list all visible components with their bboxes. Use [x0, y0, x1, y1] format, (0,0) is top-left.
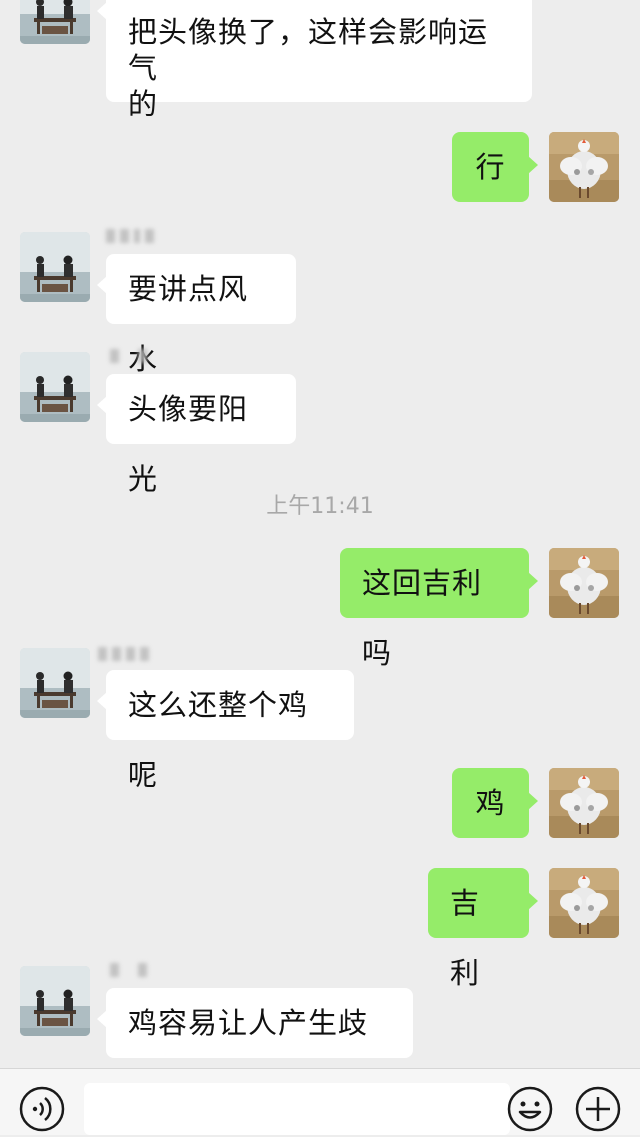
message-bubble-outgoing[interactable]: 这回吉利吗: [340, 548, 538, 670]
contact-avatar[interactable]: [20, 232, 90, 302]
message-bubble-incoming[interactable]: 要讲点风水: [97, 254, 296, 376]
sender-name-blurred: [110, 348, 147, 364]
emoji-icon[interactable]: [506, 1085, 554, 1133]
my-avatar[interactable]: [549, 868, 619, 938]
my-avatar[interactable]: [549, 768, 619, 838]
message-text: 把头像换了，这样会影响运气: [128, 15, 489, 85]
chat-timestamp: 上午11:41: [266, 494, 374, 519]
message-bubble-incoming[interactable]: 头像要阳光: [97, 374, 296, 496]
message-text: 行: [475, 150, 506, 184]
message-text: 的: [128, 87, 159, 121]
voice-icon[interactable]: [18, 1085, 66, 1133]
contact-avatar[interactable]: [20, 966, 90, 1036]
contact-avatar[interactable]: [20, 648, 90, 718]
message-bubble-incoming[interactable]: 这么还整个鸡呢: [97, 670, 354, 792]
message-text: 吉利: [450, 886, 481, 990]
sender-name-blurred: [98, 646, 149, 662]
sender-name-blurred: [110, 962, 147, 978]
my-avatar[interactable]: [549, 132, 619, 202]
plus-icon[interactable]: [574, 1085, 622, 1133]
message-input[interactable]: [84, 1083, 510, 1135]
message-text: 这回吉利吗: [362, 566, 483, 670]
message-bubble-incoming[interactable]: 鸡容易让人产生歧义: [97, 988, 413, 1110]
message-bubble-incoming[interactable]: 把头像换了，这样会影响运气 的: [97, 0, 532, 121]
message-text: 头像要阳光: [128, 392, 249, 496]
chat-input-bar: [0, 1068, 640, 1135]
message-bubble-outgoing[interactable]: 行: [452, 132, 538, 202]
sender-name-blurred: [106, 228, 154, 244]
message-text: 这么还整个鸡呢: [128, 688, 309, 792]
contact-avatar[interactable]: [20, 352, 90, 422]
message-text: 鸡: [475, 786, 506, 820]
message-bubble-outgoing[interactable]: 吉利: [428, 868, 538, 990]
contact-avatar[interactable]: [20, 0, 90, 44]
my-avatar[interactable]: [549, 548, 619, 618]
message-bubble-outgoing[interactable]: 鸡: [452, 768, 538, 838]
